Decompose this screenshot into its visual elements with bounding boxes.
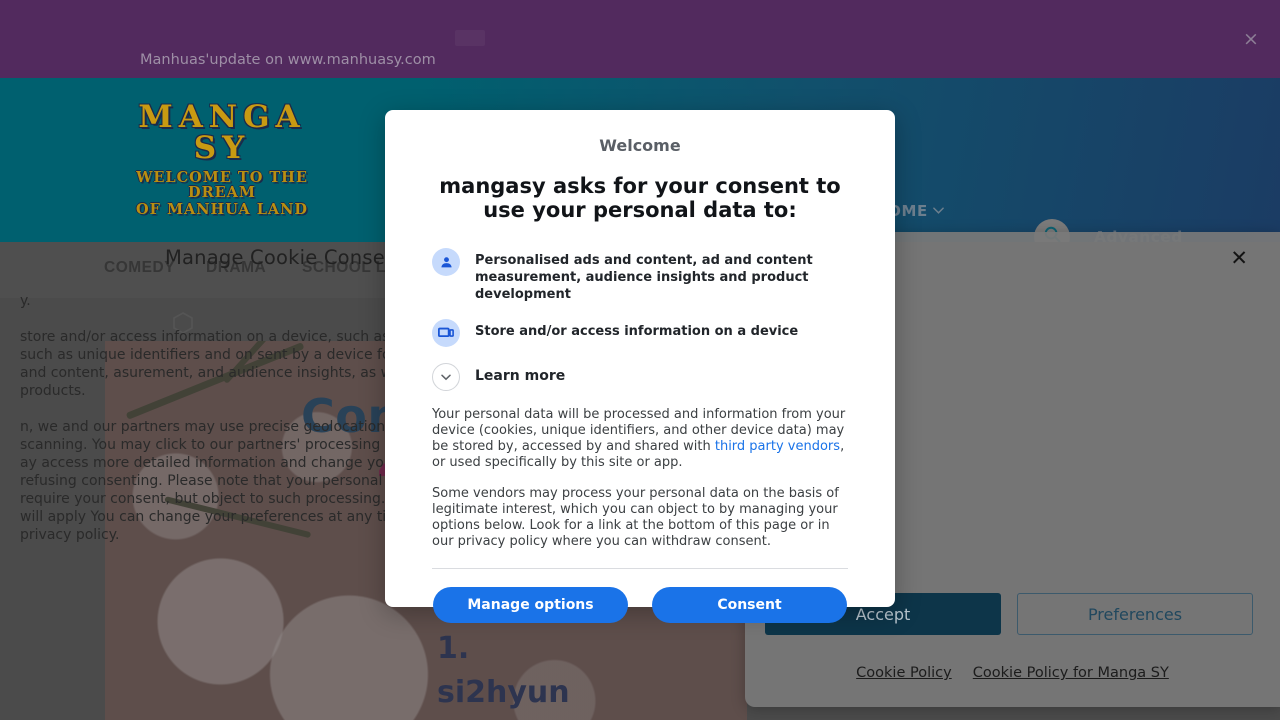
purpose-label-device: Store and/or access information on a dev… <box>475 324 799 339</box>
dialog-paragraph-2: Some vendors may process your personal d… <box>432 486 839 549</box>
learn-more-label[interactable]: Learn more <box>475 363 565 384</box>
page-root: Manhuas'update on www.manhuasy.com Date … <box>0 0 1280 720</box>
consent-dialog: Welcome mangasy asks for your consent to… <box>385 110 895 623</box>
cookie-policy-links: Cookie Policy Cookie Policy for Manga SY <box>745 662 1280 681</box>
close-icon[interactable]: × <box>1241 29 1261 49</box>
list-item-name: si2hyun <box>437 675 570 710</box>
dialog-actions: Manage options Consent <box>432 587 848 623</box>
cookie-panel-title: Manage Cookie Consent <box>165 246 406 269</box>
purpose-row-device: Store and/or access information on a dev… <box>432 319 848 347</box>
hero-winner-list: 1.si2hyun 2.Onee chan 3.Crystallynn <box>437 627 629 720</box>
list-item-number: 1. <box>437 631 470 666</box>
chevron-down-icon[interactable] <box>432 363 460 391</box>
cookie-policy-link[interactable]: Cookie Policy <box>856 665 952 681</box>
list-item-number: 2. <box>437 715 483 720</box>
logo-title: MANGA SY <box>138 99 306 166</box>
consent-button[interactable]: Consent <box>652 587 847 623</box>
dialog-paragraph-1: Your personal data will be processed and… <box>432 407 848 471</box>
logo-tagline-1: WELCOME TO THE DREAM <box>136 169 308 201</box>
learn-more-row[interactable]: Learn more <box>432 363 848 391</box>
purpose-label-ads: Personalised ads and content, ad and con… <box>475 253 813 302</box>
logo-tagline-2: OF MANHUA LAND <box>136 201 308 218</box>
dialog-divider <box>432 568 848 569</box>
site-logo[interactable]: MANGA SY WELCOME TO THE DREAM OF MANHUA … <box>116 102 328 218</box>
cookie-panel-close-icon[interactable]: ✕ <box>1230 247 1248 269</box>
dialog-purpose-list: Personalised ads and content, ad and con… <box>432 248 848 391</box>
announcement-line-1: Manhuas'update on www.manhuasy.com <box>140 52 436 68</box>
list-item: 2.Onee chan <box>437 715 629 720</box>
dialog-welcome-label: Welcome <box>599 136 681 155</box>
announcement-banner: Manhuas'update on www.manhuasy.com Date … <box>0 0 1280 194</box>
manage-options-button[interactable]: Manage options <box>433 587 628 623</box>
purpose-row-ads: Personalised ads and content, ad and con… <box>432 248 848 303</box>
person-icon <box>432 248 460 276</box>
devices-icon <box>432 319 460 347</box>
announcement-placeholder-box <box>455 30 485 46</box>
list-item: 1. si2hyun <box>437 627 629 715</box>
third-party-vendors-link[interactable]: third party vendors <box>715 439 840 454</box>
cookie-policy-manga-sy-link[interactable]: Cookie Policy for Manga SY <box>973 665 1169 681</box>
preferences-button[interactable]: Preferences <box>1017 593 1253 635</box>
dialog-headline: mangasy asks for your consent to use you… <box>439 174 841 222</box>
chevron-down-icon[interactable] <box>933 205 944 215</box>
